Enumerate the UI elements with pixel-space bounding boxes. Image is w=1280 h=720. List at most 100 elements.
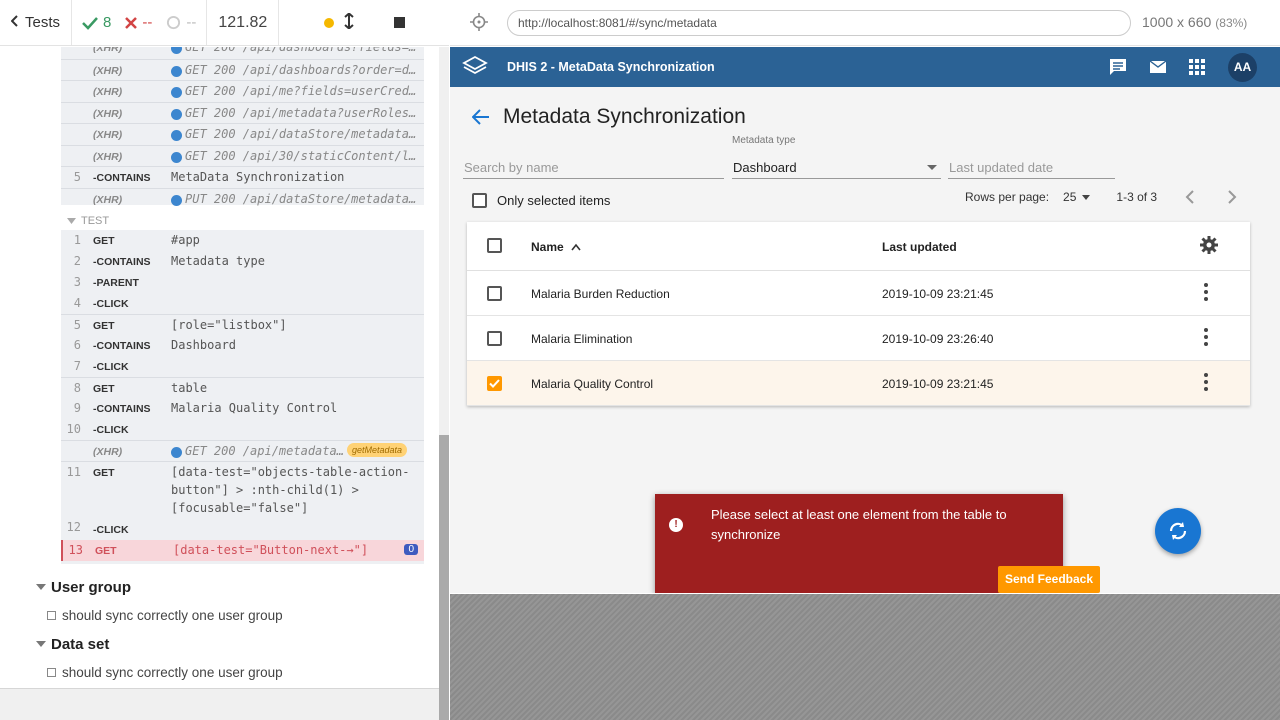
command-row[interactable]: 6 -CONTAINS Dashboard bbox=[61, 335, 424, 356]
command-row[interactable]: 5 GET [role="listbox"] bbox=[61, 314, 424, 335]
retry-count-badge: 0 bbox=[404, 544, 418, 555]
command-argument: [role="listbox"] bbox=[171, 318, 287, 332]
more-vert-icon[interactable] bbox=[1204, 328, 1208, 349]
command-row[interactable]: 10 -CLICK bbox=[61, 419, 424, 440]
dhis2-logo-icon[interactable] bbox=[462, 55, 488, 79]
test-status-icon bbox=[47, 668, 56, 677]
viewport-dimensions: 1000 x 660 bbox=[1142, 14, 1212, 30]
rows-per-page-select[interactable]: 25 bbox=[1063, 190, 1091, 204]
failed-value: -- bbox=[142, 14, 153, 31]
send-feedback-button[interactable]: Send Feedback bbox=[998, 566, 1100, 593]
selector-playground-icon[interactable] bbox=[470, 13, 488, 31]
rows-per-page-value: 25 bbox=[1063, 190, 1077, 204]
messages-icon[interactable] bbox=[1108, 57, 1128, 77]
command-row[interactable]: 4 -CLICK bbox=[61, 293, 424, 314]
command-row[interactable]: (XHR) GET 200 /api/dashboards?order=displ… bbox=[61, 58, 424, 81]
command-row[interactable]: 11 GET [data-test="objects-table-action-bu… bbox=[61, 461, 424, 517]
command-row[interactable]: (XHR) GET 200 /api/30/staticContent/l… bbox=[61, 144, 424, 167]
command-row[interactable]: (XHR) GET 200 /api/dashboards?fields=… bbox=[61, 47, 424, 59]
url-bar[interactable]: http://localhost:8081/#/sync/metadata bbox=[507, 10, 1131, 36]
command-method: -CLICK bbox=[93, 424, 129, 436]
command-number: 7 bbox=[73, 359, 81, 373]
auto-scroll-dot-icon[interactable] bbox=[323, 17, 334, 28]
apps-grid-icon[interactable] bbox=[1187, 57, 1207, 77]
command-number: 13 bbox=[68, 543, 83, 557]
gear-icon[interactable] bbox=[1200, 236, 1218, 254]
app-under-test: DHIS 2 - MetaData Synchronization AA Met… bbox=[450, 47, 1280, 593]
search-input[interactable]: Search by name bbox=[463, 153, 724, 179]
table-row[interactable]: Malaria Burden Reduction 2019-10-09 23:21… bbox=[467, 271, 1250, 316]
command-method: (XHR) bbox=[93, 193, 123, 206]
stop-icon[interactable] bbox=[393, 17, 405, 28]
avatar[interactable]: AA bbox=[1228, 53, 1257, 82]
tests-button[interactable]: Tests bbox=[0, 0, 72, 45]
duration: 121.82 bbox=[207, 0, 280, 45]
column-name-header[interactable]: Name bbox=[531, 240, 581, 254]
error-icon: ! bbox=[669, 518, 683, 532]
command-row[interactable]: (XHR) PUT 200 /api/dataStore/metadata… bbox=[61, 187, 424, 210]
arrows-vertical-icon[interactable] bbox=[344, 11, 354, 33]
only-selected-toggle[interactable]: Only selected items bbox=[472, 193, 610, 208]
arrow-back-icon[interactable] bbox=[472, 109, 490, 125]
command-method: -CONTAINS bbox=[93, 403, 151, 415]
column-name-label: Name bbox=[531, 240, 564, 254]
table-row[interactable]: Malaria Quality Control 2019-10-09 23:21:… bbox=[467, 361, 1250, 406]
checkbox-icon bbox=[487, 238, 502, 253]
row-checkbox[interactable] bbox=[487, 286, 502, 304]
test-section-header[interactable]: TEST bbox=[61, 212, 424, 232]
more-vert-icon[interactable] bbox=[1204, 283, 1208, 304]
command-row[interactable]: 7 -CLICK bbox=[61, 356, 424, 377]
command-argument: GET 200 /api/metadata… bbox=[185, 444, 344, 458]
command-method: GET bbox=[93, 383, 115, 395]
command-method: (XHR) bbox=[93, 129, 123, 141]
command-argument: GET 200 /api/dataStore/metadata… bbox=[185, 127, 417, 141]
command-row[interactable]: 12 -CLICK bbox=[61, 517, 424, 540]
command-argument: GET 200 /api/dashboards?order=display… bbox=[185, 62, 417, 77]
command-row[interactable]: (XHR) GET 200 /api/metadata?userRoles… bbox=[61, 101, 424, 124]
command-row[interactable]: 2 -CONTAINS Metadata type bbox=[61, 251, 424, 272]
test-item[interactable]: should sync correctly one user group bbox=[0, 665, 439, 685]
reporter-scrollbar[interactable] bbox=[439, 47, 449, 720]
command-log: (XHR) GET 200 /api/dashboards?fields=… (XH… bbox=[0, 47, 439, 688]
command-number: 8 bbox=[73, 381, 81, 395]
suite-user-group[interactable]: User group bbox=[0, 579, 439, 601]
command-argument: [data-test="objects-table-action- bbox=[171, 465, 410, 479]
suite-data-set[interactable]: Data set bbox=[0, 636, 439, 658]
check-icon bbox=[82, 16, 98, 30]
mail-icon[interactable] bbox=[1148, 57, 1168, 77]
last-updated-date-field[interactable]: Last updated date bbox=[948, 153, 1115, 179]
command-row[interactable]: (XHR) GET 200 /api/me?fields=userCred… bbox=[61, 80, 424, 102]
chevron-right-icon[interactable] bbox=[1227, 190, 1237, 204]
xhr-status-dot-icon bbox=[171, 447, 182, 458]
command-number: 10 bbox=[66, 422, 81, 436]
last-updated-placeholder: Last updated date bbox=[949, 160, 1054, 175]
command-row-error[interactable]: 13 GET [data-test="Button-next-→"] 0 bbox=[61, 540, 424, 561]
command-argument: Metadata type bbox=[171, 254, 265, 268]
command-row[interactable]: 8 GET table bbox=[61, 377, 424, 398]
test-title: should sync correctly one user group bbox=[62, 665, 283, 680]
column-last-updated-header[interactable]: Last updated bbox=[882, 240, 957, 254]
pagination-range: 1-3 of 3 bbox=[1116, 190, 1158, 204]
command-row[interactable]: 5 -CONTAINS MetaData Synchronization bbox=[61, 166, 424, 188]
command-row[interactable]: (XHR) GET 200 /api/metadata… getMetadata bbox=[61, 440, 424, 461]
more-vert-icon[interactable] bbox=[1204, 373, 1208, 394]
test-item[interactable]: should sync correctly one user group bbox=[0, 608, 439, 628]
checkbox-icon[interactable] bbox=[472, 193, 487, 208]
metadata-type-select[interactable]: Dashboard bbox=[732, 153, 941, 179]
table-row[interactable]: Malaria Elimination 2019-10-09 23:26:40 bbox=[467, 316, 1250, 361]
command-row[interactable]: 3 -PARENT bbox=[61, 272, 424, 293]
command-argument: GET 200 /api/dashboards?fields=… bbox=[185, 47, 417, 54]
command-row[interactable]: (XHR) GET 200 /api/dataStore/metadata… bbox=[61, 123, 424, 145]
scrollbar-thumb[interactable] bbox=[439, 435, 449, 720]
sync-fab-button[interactable] bbox=[1155, 508, 1201, 554]
command-argument: [data-test="Button-next-→"] bbox=[173, 543, 369, 557]
command-row[interactable]: 1 GET #app bbox=[61, 230, 424, 251]
command-row[interactable]: 9 -CONTAINS Malaria Quality Control bbox=[61, 398, 424, 419]
passed-value: 8 bbox=[103, 14, 112, 31]
row-checkbox[interactable] bbox=[487, 376, 502, 394]
row-checkbox[interactable] bbox=[487, 331, 502, 349]
chevron-left-icon[interactable] bbox=[1185, 190, 1195, 204]
select-all-checkbox[interactable] bbox=[487, 238, 502, 256]
command-method: (XHR) bbox=[93, 86, 123, 98]
tests-label: Tests bbox=[24, 14, 60, 31]
